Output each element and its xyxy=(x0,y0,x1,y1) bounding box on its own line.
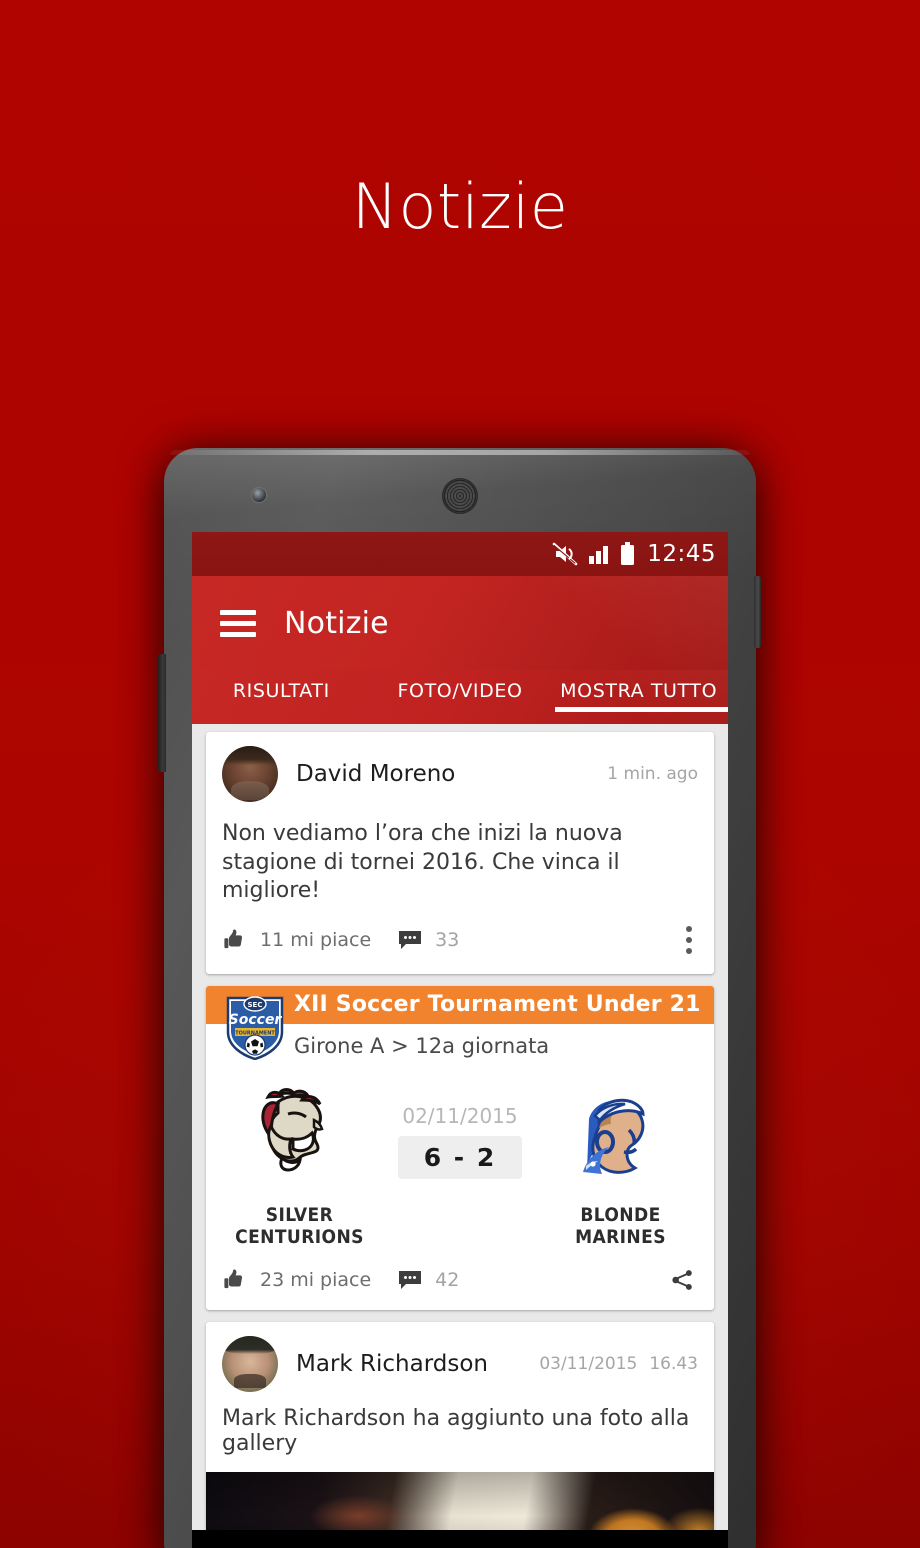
tab-foto-video[interactable]: FOTO/VIDEO xyxy=(371,670,550,702)
news-feed[interactable]: David Moreno 1 min. ago Non vediamo l’or… xyxy=(192,724,728,1530)
home-circle-icon[interactable] xyxy=(434,1543,486,1548)
back-triangle-icon[interactable] xyxy=(255,1543,307,1548)
score-box: 02/11/2015 6 - 2 xyxy=(385,1086,535,1179)
android-nav-bar xyxy=(192,1530,728,1548)
home-team-name: SILVER CENTURIONS xyxy=(235,1203,364,1248)
soccer-tournament-badge-icon: SEC Soccer TOURNAMENT xyxy=(226,996,284,1060)
match-card[interactable]: SEC Soccer TOURNAMENT XII Soccer Tournam… xyxy=(206,985,714,1310)
battery-icon xyxy=(621,542,635,565)
app-bar-title: Notizie xyxy=(284,605,389,641)
volume-rocker-button[interactable] xyxy=(158,654,166,772)
post-header: David Moreno 1 min. ago xyxy=(206,732,714,806)
volume-mute-icon xyxy=(552,542,578,566)
thumbs-up-icon xyxy=(224,929,243,948)
share-icon[interactable] xyxy=(668,1266,698,1294)
hero-title: Notizie xyxy=(351,170,569,243)
comment-action[interactable]: 33 xyxy=(397,929,459,951)
photo-post-card[interactable]: Mark Richardson 03/11/2015 16.43 Mark Ric… xyxy=(206,1321,714,1530)
thumbs-up-icon xyxy=(224,1269,243,1288)
comment-bubble-icon xyxy=(399,930,422,949)
post-author-name[interactable]: David Moreno xyxy=(296,761,455,787)
like-action[interactable]: 23 mi piace xyxy=(222,1267,371,1293)
like-action[interactable]: 11 mi piace xyxy=(222,927,371,953)
hamburger-menu-icon[interactable] xyxy=(220,609,256,637)
earpiece-speaker-icon xyxy=(442,478,478,514)
post-timestamp: 1 min. ago xyxy=(607,764,698,784)
photo-post-text: Mark Richardson ha aggiunto una foto all… xyxy=(222,1405,690,1456)
centurion-helmet-logo-icon xyxy=(260,1087,323,1172)
post-text: Non vediamo l’ora che inizi la nuova sta… xyxy=(222,821,623,904)
match-body: SILVER CENTURIONS 02/11/2015 6 - 2 BLOND… xyxy=(206,1068,714,1254)
avatar[interactable] xyxy=(222,746,278,802)
status-bar: 12:45 xyxy=(192,532,728,576)
phone-device: 12:45 Notizie RISULTATI FOTO/VIDEO MOSTR… xyxy=(158,448,761,1548)
like-count-label: 23 mi piace xyxy=(260,1268,372,1291)
match-actions: 23 mi piace 42 xyxy=(206,1254,714,1310)
power-button[interactable] xyxy=(754,576,761,648)
home-team[interactable]: SILVER CENTURIONS xyxy=(214,1086,385,1248)
svg-text:SEC: SEC xyxy=(248,1001,263,1009)
away-team-name: BLONDE MARINES xyxy=(575,1203,666,1248)
app-store-screenshot: Notizie 12:45 Notizie RISULTATI FOTO/VID… xyxy=(0,0,920,1548)
post-actions: 11 mi piace 33 xyxy=(206,910,714,974)
sailor-head-logo-icon xyxy=(582,1098,645,1174)
match-header: SEC Soccer TOURNAMENT XII Soccer Tournam… xyxy=(206,985,714,1060)
photo-post-header: Mark Richardson 03/11/2015 16.43 xyxy=(206,1322,714,1396)
status-bar-icons: 12:45 xyxy=(552,541,716,567)
photo-post-time: 16.43 xyxy=(649,1353,698,1374)
svg-text:Soccer: Soccer xyxy=(229,1012,283,1028)
photo-post-timestamp: 03/11/2015 16.43 xyxy=(539,1354,698,1374)
avatar[interactable] xyxy=(222,1335,278,1392)
photo-post-date: 03/11/2015 xyxy=(539,1353,638,1374)
recents-square-icon[interactable] xyxy=(613,1543,665,1548)
tab-bar: RISULTATI FOTO/VIDEO MOSTRA TUTTO xyxy=(192,670,728,724)
match-date: 02/11/2015 xyxy=(402,1103,518,1128)
gallery-photo[interactable] xyxy=(206,1471,714,1530)
comment-count-label: 42 xyxy=(435,1268,460,1291)
app-bar: Notizie xyxy=(192,576,728,670)
match-group-label: Girone A > 12a giornata xyxy=(294,1033,550,1058)
signal-bars-icon xyxy=(589,546,609,564)
comment-count-label: 33 xyxy=(435,928,460,951)
like-count-label: 11 mi piace xyxy=(260,928,372,951)
phone-screen: 12:45 Notizie RISULTATI FOTO/VIDEO MOSTR… xyxy=(192,532,728,1530)
match-score: 6 - 2 xyxy=(397,1135,523,1179)
tab-risultati[interactable]: RISULTATI xyxy=(192,670,371,702)
photo-post-author-name[interactable]: Mark Richardson xyxy=(296,1351,488,1377)
away-team[interactable]: BLONDE MARINES xyxy=(535,1086,706,1248)
phone-top-edge xyxy=(170,450,750,455)
tournament-title: XII Soccer Tournament Under 21 xyxy=(294,992,701,1018)
comment-action[interactable]: 42 xyxy=(397,1269,459,1291)
tab-mostra-tutto[interactable]: MOSTRA TUTTO xyxy=(549,670,728,712)
post-card[interactable]: David Moreno 1 min. ago Non vediamo l’or… xyxy=(206,732,714,974)
status-bar-time: 12:45 xyxy=(647,541,716,567)
kebab-menu-icon[interactable] xyxy=(680,922,698,958)
comment-bubble-icon xyxy=(399,1270,422,1289)
front-camera-icon xyxy=(252,488,266,502)
